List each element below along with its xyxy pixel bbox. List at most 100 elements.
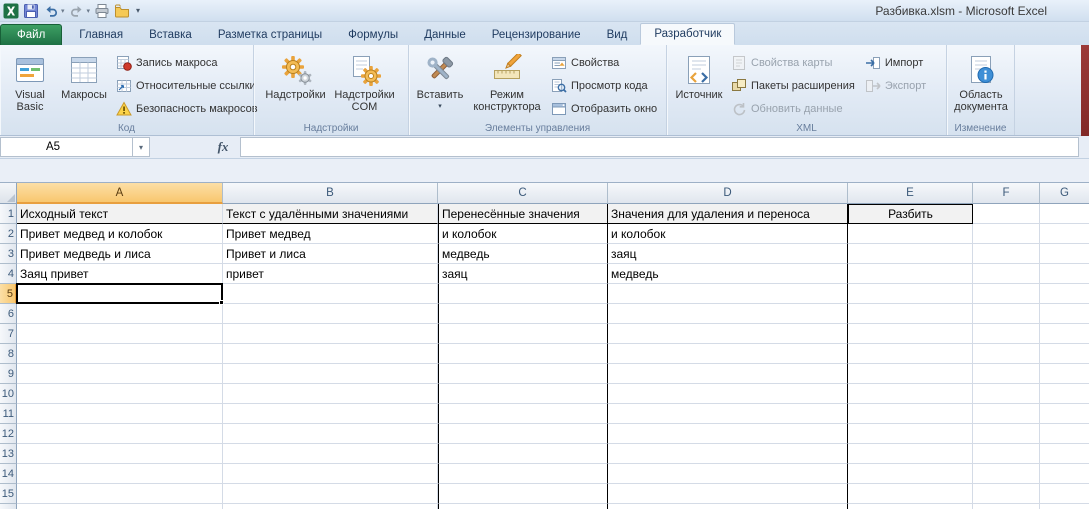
print-icon[interactable] — [94, 3, 110, 19]
cell-F7[interactable] — [973, 324, 1040, 344]
cell-B12[interactable] — [223, 424, 438, 444]
cell-A15[interactable] — [17, 484, 223, 504]
row-header-2[interactable]: 2 — [0, 224, 17, 244]
cell-D12[interactable] — [608, 424, 848, 444]
cell-E10[interactable] — [848, 384, 973, 404]
cell-B4[interactable]: привет — [223, 264, 438, 284]
cell-C14[interactable] — [438, 464, 608, 484]
cell-G14[interactable] — [1040, 464, 1089, 484]
cell-E2[interactable] — [848, 224, 973, 244]
undo-icon[interactable] — [43, 3, 59, 19]
column-header-G[interactable]: G — [1040, 183, 1089, 204]
row-header-clipped[interactable] — [0, 504, 17, 509]
relative-references-button[interactable]: Относительные ссылки — [116, 78, 258, 94]
row-header-14[interactable]: 14 — [0, 464, 17, 484]
cell-D2[interactable]: и колобок — [608, 224, 848, 244]
visual-basic-button[interactable]: Visual Basic — [4, 51, 56, 114]
cell-G9[interactable] — [1040, 364, 1089, 384]
cell-F11[interactable] — [973, 404, 1040, 424]
show-window-button[interactable]: Отобразить окно — [551, 101, 657, 117]
cell-A12[interactable] — [17, 424, 223, 444]
cell-C8[interactable] — [438, 344, 608, 364]
cell-C7[interactable] — [438, 324, 608, 344]
cell-A14[interactable] — [17, 464, 223, 484]
cell-A4[interactable]: Заяц привет — [17, 264, 223, 284]
column-header-C[interactable]: C — [438, 183, 608, 204]
design-mode-button[interactable]: Режим конструктора — [467, 51, 547, 114]
cell-B8[interactable] — [223, 344, 438, 364]
column-header-A[interactable]: A — [17, 183, 223, 204]
cell-F9[interactable] — [973, 364, 1040, 384]
cell-A7[interactable] — [17, 324, 223, 344]
tab-insert[interactable]: Вставка — [136, 25, 205, 45]
macros-button[interactable]: Макросы — [56, 51, 112, 101]
cell-F6[interactable] — [973, 304, 1040, 324]
cell-A9[interactable] — [17, 364, 223, 384]
cell-E11[interactable] — [848, 404, 973, 424]
cell-F12[interactable] — [973, 424, 1040, 444]
document-panel-button[interactable]: Область документа — [950, 51, 1012, 114]
cell-C1[interactable]: Перенесённые значения — [438, 204, 608, 224]
cell-B9[interactable] — [223, 364, 438, 384]
row-header-3[interactable]: 3 — [0, 244, 17, 264]
cell-G2[interactable] — [1040, 224, 1089, 244]
cell-C12[interactable] — [438, 424, 608, 444]
cell-C13[interactable] — [438, 444, 608, 464]
cell-G5[interactable] — [1040, 284, 1089, 304]
cell-E8[interactable] — [848, 344, 973, 364]
com-addins-button[interactable]: Надстройки COM — [329, 51, 401, 114]
cell-B15[interactable] — [223, 484, 438, 504]
cell-D7[interactable] — [608, 324, 848, 344]
row-header-11[interactable]: 11 — [0, 404, 17, 424]
cell-C3[interactable]: медведь — [438, 244, 608, 264]
cell-C2[interactable]: и колобок — [438, 224, 608, 244]
cell-E5[interactable] — [848, 284, 973, 304]
tab-file[interactable]: Файл — [0, 24, 62, 45]
insert-dropdown-icon[interactable]: ▾ — [438, 103, 442, 111]
cell-C15[interactable] — [438, 484, 608, 504]
cell-F5[interactable] — [973, 284, 1040, 304]
import-button[interactable]: Импорт — [865, 55, 926, 71]
cell-A10[interactable] — [17, 384, 223, 404]
cell-E13[interactable] — [848, 444, 973, 464]
row-header-7[interactable]: 7 — [0, 324, 17, 344]
save-icon[interactable] — [23, 3, 39, 19]
cell-F13[interactable] — [973, 444, 1040, 464]
cell-clipped-B[interactable] — [223, 504, 438, 509]
cell-E9[interactable] — [848, 364, 973, 384]
column-header-D[interactable]: D — [608, 183, 848, 204]
row-header-12[interactable]: 12 — [0, 424, 17, 444]
cell-F3[interactable] — [973, 244, 1040, 264]
cell-clipped-G[interactable] — [1040, 504, 1089, 509]
row-header-10[interactable]: 10 — [0, 384, 17, 404]
cell-D3[interactable]: заяц — [608, 244, 848, 264]
cell-G8[interactable] — [1040, 344, 1089, 364]
formula-input[interactable] — [240, 137, 1079, 157]
addins-button[interactable]: Надстройки — [263, 51, 329, 101]
cell-E4[interactable] — [848, 264, 973, 284]
cell-clipped-E[interactable] — [848, 504, 973, 509]
cell-D6[interactable] — [608, 304, 848, 324]
cell-G11[interactable] — [1040, 404, 1089, 424]
cell-F2[interactable] — [973, 224, 1040, 244]
excel-logo-icon[interactable] — [3, 3, 19, 19]
cell-D11[interactable] — [608, 404, 848, 424]
cell-B13[interactable] — [223, 444, 438, 464]
cell-D5[interactable] — [608, 284, 848, 304]
cell-C5[interactable] — [438, 284, 608, 304]
cell-clipped-A[interactable] — [17, 504, 223, 509]
cell-G13[interactable] — [1040, 444, 1089, 464]
active-cell-selection[interactable] — [16, 283, 223, 304]
tab-review[interactable]: Рецензирование — [479, 25, 594, 45]
cell-E6[interactable] — [848, 304, 973, 324]
row-header-6[interactable]: 6 — [0, 304, 17, 324]
cell-clipped-D[interactable] — [608, 504, 848, 509]
column-header-E[interactable]: E — [848, 183, 973, 204]
cell-A8[interactable] — [17, 344, 223, 364]
cell-F15[interactable] — [973, 484, 1040, 504]
cell-G15[interactable] — [1040, 484, 1089, 504]
cell-E12[interactable] — [848, 424, 973, 444]
cell-C6[interactable] — [438, 304, 608, 324]
cell-G12[interactable] — [1040, 424, 1089, 444]
cell-B10[interactable] — [223, 384, 438, 404]
